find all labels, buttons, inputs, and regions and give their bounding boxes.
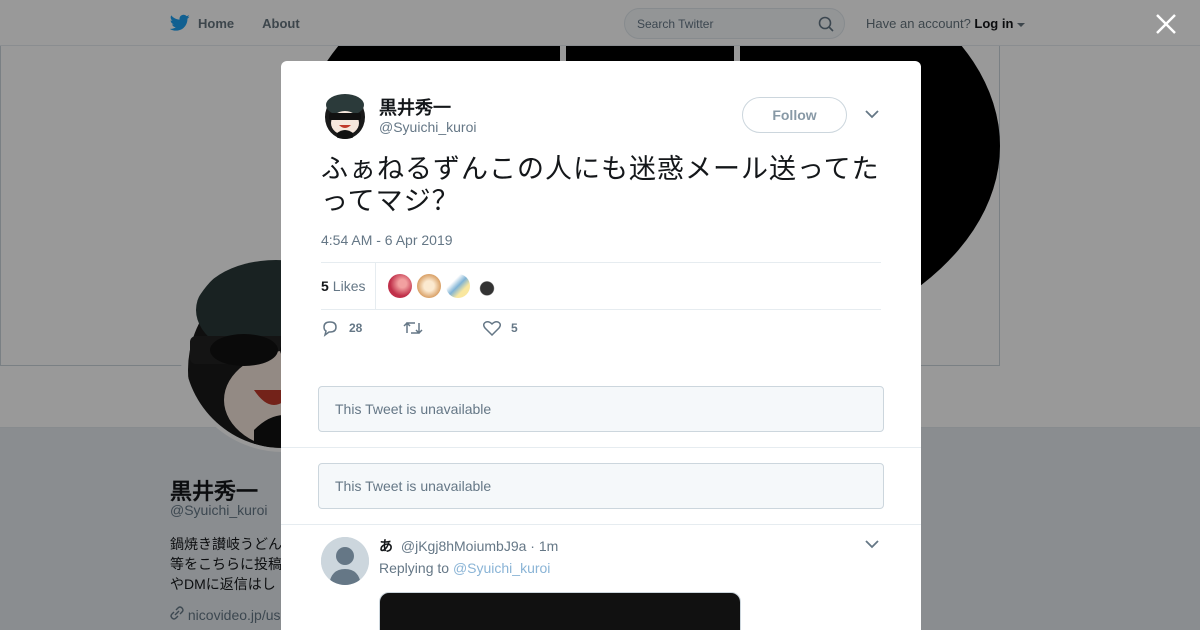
follow-button[interactable]: Follow [742,97,847,133]
default-avatar-icon [321,537,369,585]
likes-count-label: Likes [332,278,366,294]
liker-avatar[interactable] [417,274,442,298]
unavailable-tweet-notice: This Tweet is unavailable [318,386,884,432]
liker-avatar[interactable] [475,274,500,298]
reply-media[interactable] [379,592,741,630]
tweet-timestamp[interactable]: 4:54 AM - 6 Apr 2019 [321,232,453,248]
retweet-icon [403,321,423,335]
reply-header: あ @jKgj8hMoiumbJ9a · 1m [379,536,558,556]
likes-count[interactable]: 5 Likes [321,263,377,309]
likes-count-number: 5 [321,278,329,294]
tweet-author-name[interactable]: 黒井秀一 [379,94,451,120]
likes-row: 5 Likes [321,263,881,309]
close-icon[interactable] [1154,12,1178,36]
tweet-author-avatar[interactable] [321,91,369,139]
chevron-down-icon[interactable] [865,539,879,549]
unavailable-tweet-notice: This Tweet is unavailable [318,463,884,509]
replying-to-prefix: Replying to [379,560,450,576]
replying-to-handle[interactable]: @Syuichi_kuroi [453,560,550,576]
reply-author-avatar[interactable] [321,537,369,585]
liker-avatar[interactable] [388,274,413,298]
chevron-down-icon[interactable] [865,109,879,119]
reply-icon [323,321,337,337]
tweet-author-avatar-art [321,91,369,139]
like-count: 5 [511,321,518,335]
reply-time[interactable]: · 1m [530,538,558,554]
reply-button[interactable]: 28 [321,319,403,337]
separator [281,447,921,448]
heart-icon [483,321,501,336]
tweet-author-handle[interactable]: @Syuichi_kuroi [379,119,476,135]
divider [321,309,881,310]
like-button[interactable]: 5 [483,320,518,336]
liker-avatars [388,274,504,298]
reply-author-handle[interactable]: @jKgj8hMoiumbJ9a [401,538,527,554]
retweet-button[interactable] [403,320,483,336]
liker-avatar[interactable] [446,274,471,298]
tweet-modal: 黒井秀一 @Syuichi_kuroi Follow ふぁねるずんこの人にも迷惑… [281,61,921,630]
reply-count: 28 [349,321,363,335]
separator [281,524,921,525]
replying-to: Replying to @Syuichi_kuroi [379,560,550,576]
reply-author-name[interactable]: あ [379,538,393,554]
tweet-actions: 28 5 [321,319,518,337]
tweet-text: ふぁねるずんこの人にも迷惑メール送ってたってマジ？ [321,154,880,216]
